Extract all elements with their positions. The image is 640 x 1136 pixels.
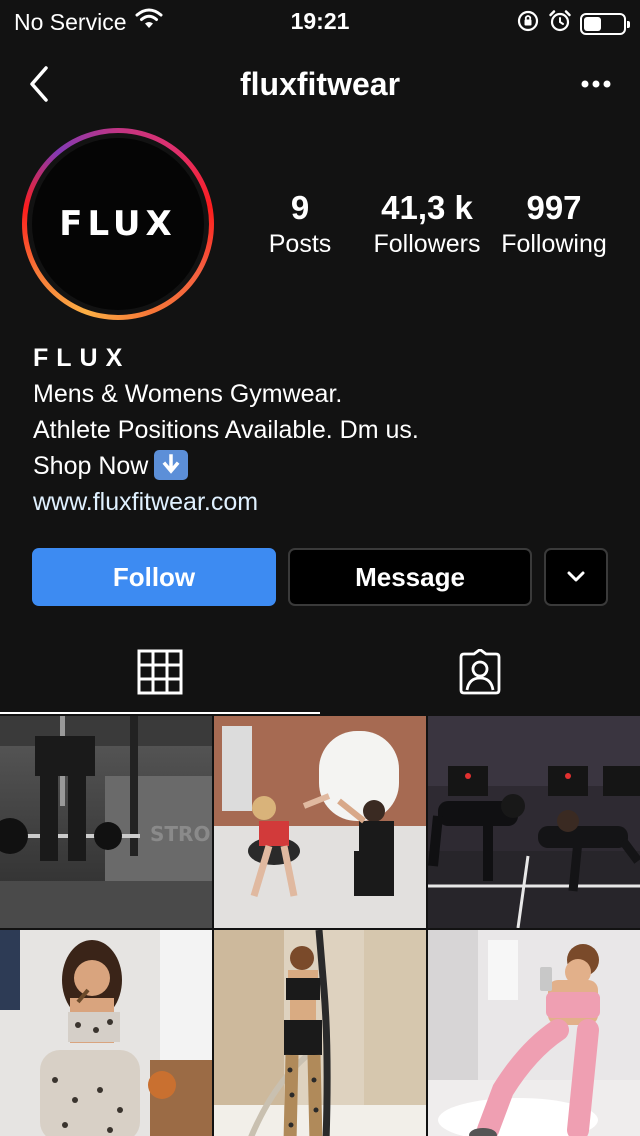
gym-photo-plank	[428, 716, 640, 928]
profile-tabs	[0, 630, 640, 714]
stat-followers[interactable]: 41,3 k Followers	[368, 190, 486, 262]
more-horizontal-icon	[581, 80, 611, 88]
status-bar: No Service 19:21	[0, 0, 640, 42]
tab-tagged[interactable]	[320, 630, 640, 714]
tab-grid[interactable]	[0, 630, 320, 714]
profile-header: fluxfitwear	[0, 52, 640, 116]
grid-icon	[137, 649, 183, 695]
chevron-down-icon	[567, 571, 585, 582]
down-arrow-icon	[154, 450, 189, 480]
stat-followers-count: 41,3 k	[381, 189, 473, 226]
tagged-user-icon	[459, 649, 501, 695]
profile-username: fluxfitwear	[239, 66, 401, 102]
bio-website-link[interactable]: www.fluxfitwear.com	[33, 484, 613, 520]
message-button[interactable]: Message	[288, 548, 532, 606]
post-thumbnail[interactable]	[214, 930, 426, 1136]
bio-line-3: Shop Now	[33, 448, 613, 484]
stat-following[interactable]: 997 Following	[492, 190, 616, 262]
stat-following-count: 997	[526, 189, 582, 226]
post-grid: STRONG	[0, 716, 640, 1136]
bio-name: FLUX	[33, 344, 131, 372]
alarm-icon	[548, 9, 572, 38]
avatar-logo-text: FLUX	[59, 204, 177, 244]
post-thumbnail[interactable]	[428, 930, 640, 1136]
bio-line-2: Athlete Positions Available. Dm us.	[33, 416, 419, 444]
photo-woman-battle-rope	[214, 930, 426, 1136]
status-right	[516, 9, 630, 38]
post-thumbnail[interactable]: STRONG	[0, 716, 212, 928]
stat-followers-label: Followers	[373, 230, 481, 258]
battery-icon	[580, 12, 630, 35]
post-thumbnail[interactable]	[214, 716, 426, 928]
stat-posts[interactable]: 9 Posts	[240, 190, 360, 262]
suggested-accounts-button[interactable]	[544, 548, 608, 606]
bio-shop-now: Shop Now	[33, 452, 149, 480]
stat-posts-label: Posts	[268, 230, 332, 258]
stat-posts-count: 9	[290, 189, 310, 226]
gym-photo-high-five	[214, 716, 426, 928]
avatar[interactable]: FLUX	[22, 128, 214, 320]
orientation-lock-icon	[516, 9, 540, 38]
post-thumbnail[interactable]	[0, 930, 212, 1136]
bio-line-1: Mens & Womens Gymwear.	[33, 380, 343, 408]
follow-button[interactable]: Follow	[32, 548, 276, 606]
post-thumbnail[interactable]	[428, 716, 640, 928]
svg-text:STRONG: STRONG	[150, 822, 212, 846]
photo-woman-pink-set	[428, 930, 640, 1136]
more-options-button[interactable]	[576, 72, 616, 96]
active-tab-indicator	[0, 712, 320, 714]
gym-photo-barbell: STRONG	[0, 716, 212, 928]
avatar-logo: FLUX	[32, 138, 204, 310]
profile-bio: FLUX Mens & Womens Gymwear. Athlete Posi…	[33, 340, 613, 520]
battery-level	[584, 16, 602, 31]
stat-following-label: Following	[501, 230, 607, 258]
photo-woman-leopard-set	[0, 930, 212, 1136]
